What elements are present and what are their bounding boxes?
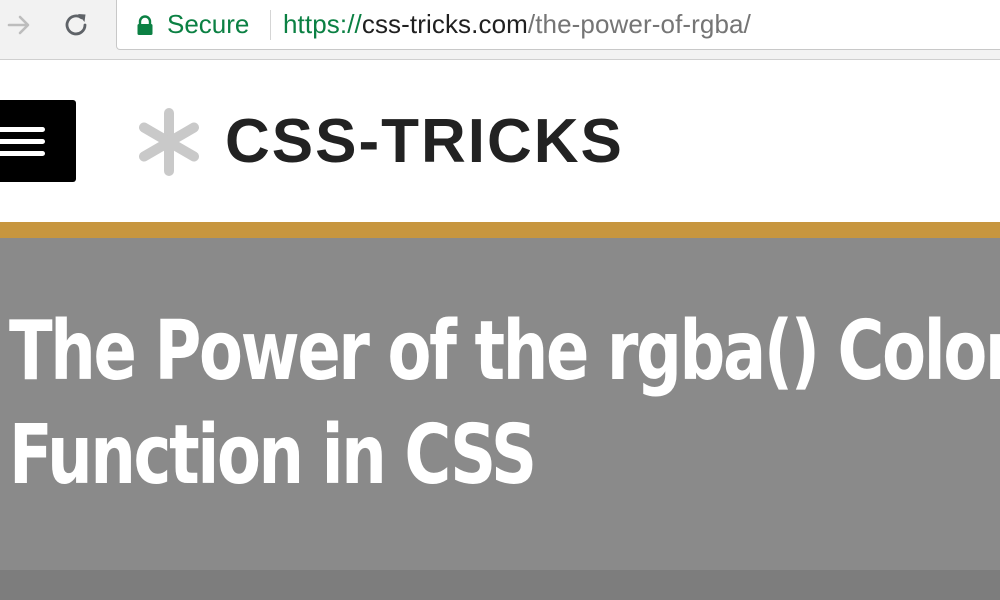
reload-icon (65, 14, 87, 36)
url-path: /the-power-of-rgba/ (527, 9, 751, 39)
url-scheme: https:// (283, 9, 362, 39)
accent-stripe (0, 222, 1000, 238)
omnibox-divider (270, 10, 271, 40)
article-title-line-1: The Power of the rgba() Color (9, 304, 1000, 399)
lock-icon (137, 15, 153, 35)
hamburger-menu-icon-bar (0, 150, 45, 156)
asterisk-star-icon (139, 108, 199, 176)
browser-toolbar: Secure https://css-tricks.com/the-power-… (0, 0, 1000, 60)
forward-button[interactable] (3, 9, 35, 41)
menu-button[interactable] (0, 100, 76, 182)
address-bar[interactable]: Secure https://css-tricks.com/the-power-… (116, 0, 1000, 50)
security-indicator[interactable]: Secure (167, 9, 249, 40)
arrow-right-icon (7, 15, 30, 35)
content-strip (0, 570, 1000, 600)
url-text[interactable]: https://css-tricks.com/the-power-of-rgba… (283, 9, 751, 40)
hamburger-menu-icon (0, 126, 45, 132)
article-title-line-2: Function in CSS (9, 408, 537, 503)
article-hero: The Power of the rgba() Color Function i… (0, 238, 1000, 570)
site-logo[interactable]: CSS-TRICKS (225, 102, 624, 182)
article-title: The Power of the rgba() Color Function i… (9, 300, 1000, 508)
hamburger-menu-icon-bar (0, 138, 45, 144)
site-header: CSS-TRICKS (0, 60, 1000, 222)
url-host: css-tricks.com (361, 9, 528, 39)
reload-button[interactable] (60, 9, 92, 41)
